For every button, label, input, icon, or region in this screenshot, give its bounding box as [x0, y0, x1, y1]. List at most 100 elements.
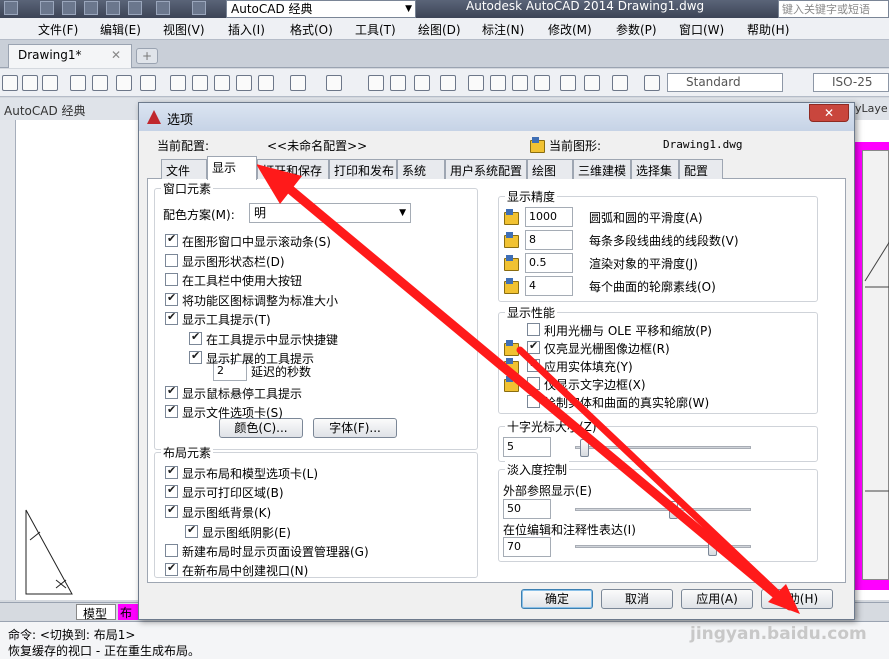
checkbox[interactable]	[527, 339, 540, 354]
tab-model[interactable]: 模型	[76, 604, 116, 621]
checkbox[interactable]	[165, 544, 178, 557]
apply-button[interactable]: 应用(A)	[681, 589, 753, 609]
text-style-icon[interactable]	[644, 75, 660, 91]
checkbox[interactable]	[165, 384, 178, 399]
new-file-icon[interactable]	[40, 1, 54, 15]
resolution-input[interactable]: 1000	[525, 207, 573, 227]
ok-button[interactable]: 确定	[521, 589, 593, 609]
checkbox[interactable]	[165, 403, 178, 418]
sheet-set-icon[interactable]	[534, 75, 550, 91]
tab-option[interactable]: 打开和保存	[257, 159, 329, 179]
xref-fade-slider[interactable]	[668, 501, 678, 519]
undo-icon[interactable]	[290, 75, 306, 91]
menu-item[interactable]: 帮助(H)	[747, 21, 789, 38]
menu-item[interactable]: 参数(P)	[616, 21, 657, 38]
tab-option[interactable]: 系统	[397, 159, 445, 179]
tab-layout1[interactable]: 布局1	[118, 604, 140, 620]
inplace-fade-input[interactable]: 70	[503, 537, 551, 557]
inplace-fade-slider[interactable]	[707, 538, 717, 556]
xref-fade-input[interactable]: 50	[503, 499, 551, 519]
checkbox[interactable]	[165, 503, 178, 518]
app-menu-icon[interactable]	[4, 1, 18, 15]
tab-drawing1[interactable]: Drawing1* ✕	[8, 44, 132, 68]
help-icon[interactable]	[612, 75, 628, 91]
menu-item[interactable]: 插入(I)	[228, 21, 265, 38]
resolution-input[interactable]: 8	[525, 230, 573, 250]
checkbox[interactable]	[185, 523, 198, 538]
properties-icon[interactable]	[468, 75, 484, 91]
markup-icon[interactable]	[560, 75, 576, 91]
checkbox[interactable]	[165, 254, 178, 267]
open-icon[interactable]	[22, 75, 38, 91]
text-style-select[interactable]: Standard	[667, 73, 783, 92]
color-scheme-select[interactable]: 明 ▼	[249, 203, 411, 223]
tab-option[interactable]: 用户系统配置	[445, 159, 527, 179]
3d-dwf-icon[interactable]	[140, 75, 156, 91]
resolution-input[interactable]: 0.5	[525, 253, 573, 273]
plot-preview-icon[interactable]	[92, 75, 108, 91]
checkbox[interactable]	[527, 395, 540, 408]
checkbox[interactable]	[165, 483, 178, 498]
block-editor-icon[interactable]	[258, 75, 274, 91]
redo-icon[interactable]	[192, 1, 206, 15]
dialog-close-button[interactable]: ✕	[809, 104, 849, 122]
checkbox[interactable]	[165, 561, 178, 576]
colors-button[interactable]: 颜色(C)...	[219, 418, 303, 438]
publish-icon[interactable]	[116, 75, 132, 91]
tab-option[interactable]: 三维建模	[573, 159, 631, 179]
zoom-realtime-icon[interactable]	[390, 75, 406, 91]
save-as-icon[interactable]	[106, 1, 120, 15]
menu-item[interactable]: 绘图(D)	[418, 21, 461, 38]
checkbox[interactable]	[189, 349, 202, 364]
tab-option[interactable]: 显示	[207, 156, 257, 180]
checkbox[interactable]	[165, 310, 178, 325]
menu-item[interactable]: 格式(O)	[290, 21, 333, 38]
checkbox[interactable]	[189, 330, 202, 345]
design-center-icon[interactable]	[490, 75, 506, 91]
checkbox[interactable]	[165, 232, 178, 247]
pan-icon[interactable]	[368, 75, 384, 91]
cancel-button[interactable]: 取消	[601, 589, 673, 609]
draw-toolbar[interactable]	[0, 120, 16, 600]
tab-option[interactable]: 打印和发布	[329, 159, 397, 179]
redo-icon[interactable]	[326, 75, 342, 91]
menu-item[interactable]: 编辑(E)	[100, 21, 141, 38]
fonts-button[interactable]: 字体(F)...	[313, 418, 397, 438]
menu-item[interactable]: 标注(N)	[482, 21, 524, 38]
new-icon[interactable]	[2, 75, 18, 91]
checkbox[interactable]	[527, 377, 540, 390]
tab-option[interactable]: 绘图	[527, 159, 573, 179]
checkbox[interactable]	[527, 357, 540, 372]
menu-item[interactable]: 视图(V)	[163, 21, 205, 38]
checkbox[interactable]	[527, 323, 540, 336]
save-icon[interactable]	[42, 75, 58, 91]
plot-icon[interactable]	[70, 75, 86, 91]
cut-icon[interactable]	[170, 75, 186, 91]
crosshair-size-slider[interactable]	[579, 439, 589, 457]
match-properties-icon[interactable]	[236, 75, 252, 91]
workspace-select[interactable]: AutoCAD 经典 ▼	[226, 0, 416, 18]
tool-palettes-icon[interactable]	[512, 75, 528, 91]
checkbox[interactable]	[165, 273, 178, 286]
resolution-input[interactable]: 4	[525, 276, 573, 296]
copy-icon[interactable]	[192, 75, 208, 91]
checkbox[interactable]	[165, 291, 178, 306]
tab-option[interactable]: 配置	[679, 159, 723, 179]
tab-option[interactable]: 选择集	[631, 159, 679, 179]
zoom-previous-icon[interactable]	[440, 75, 456, 91]
save-icon[interactable]	[84, 1, 98, 15]
menu-item[interactable]: 窗口(W)	[679, 21, 724, 38]
new-tab-button[interactable]: +	[136, 48, 158, 64]
undo-icon[interactable]	[156, 1, 170, 15]
dim-style-select[interactable]: ISO-25	[813, 73, 889, 92]
tab-option[interactable]: 文件	[161, 159, 207, 179]
quickcalc-icon[interactable]	[584, 75, 600, 91]
menu-item[interactable]: 修改(M)	[548, 21, 592, 38]
crosshair-size-input[interactable]: 5	[503, 437, 551, 457]
checkbox[interactable]	[165, 464, 178, 479]
help-button[interactable]: 帮助(H)	[761, 589, 833, 609]
zoom-window-icon[interactable]	[414, 75, 430, 91]
dialog-titlebar[interactable]: 选项 ✕	[139, 103, 854, 131]
help-search-input[interactable]: 键入关键字或短语	[778, 0, 889, 18]
close-icon[interactable]: ✕	[111, 48, 121, 62]
